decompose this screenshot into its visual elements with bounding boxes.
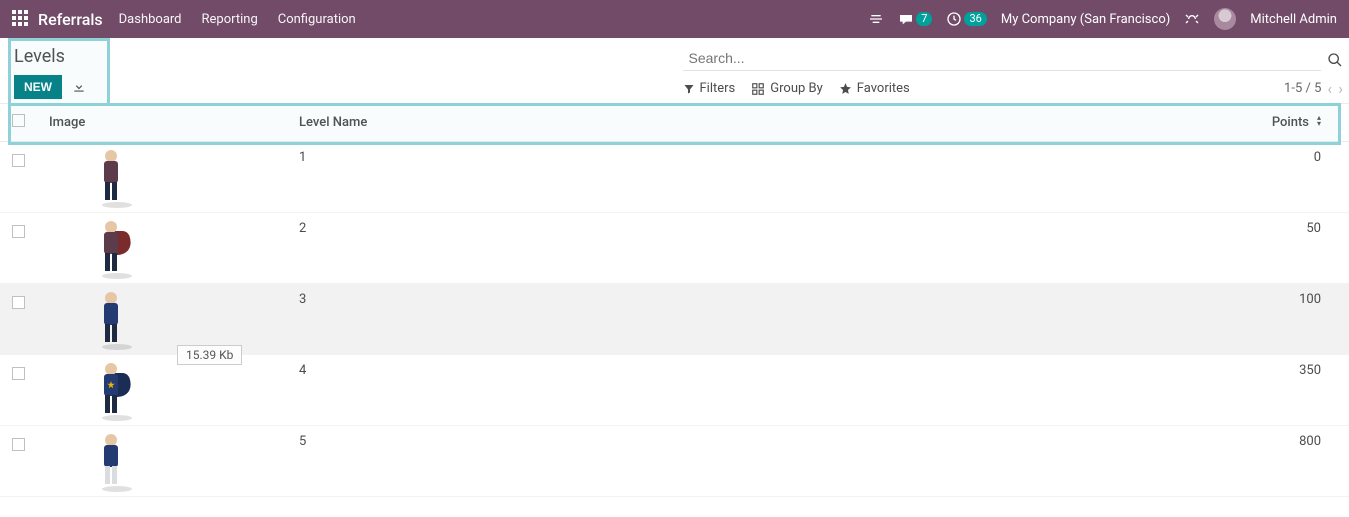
col-image[interactable]: Image [37,104,287,142]
nav-configuration[interactable]: Configuration [278,12,356,27]
top-navbar: Referrals Dashboard Reporting Configurat… [0,0,1349,38]
cell-points: 350 [1229,355,1349,426]
filters-button[interactable]: Filters [683,81,736,96]
cell-points: 0 [1229,142,1349,213]
row-checkbox[interactable] [12,367,25,380]
image-size-tooltip: 15.39 Kb [177,345,242,365]
nav-right: 7 36 My Company (San Francisco) Mitchell… [868,8,1337,30]
activities-badge: 36 [964,12,986,26]
nav-reporting[interactable]: Reporting [202,12,258,27]
table-row[interactable]: 5 800 [0,426,1349,497]
pager-prev-icon[interactable]: ‹ [1327,79,1332,98]
download-icon[interactable] [72,79,86,95]
search-icon[interactable] [1327,49,1343,68]
level-image [87,361,135,419]
table-row[interactable]: 2 50 [0,213,1349,284]
row-checkbox[interactable] [12,296,25,309]
favorites-label: Favorites [857,81,910,96]
pager-next-icon[interactable]: › [1338,79,1343,98]
groupby-label: Group By [770,81,823,96]
favorites-button[interactable]: Favorites [839,81,910,96]
table-row[interactable]: 1 0 [0,142,1349,213]
row-checkbox[interactable] [12,225,25,238]
cell-points: 800 [1229,426,1349,497]
select-all-checkbox[interactable] [12,114,25,127]
cell-level-name: 4 [287,355,1229,426]
messages-icon[interactable]: 7 [898,11,932,27]
level-image [87,290,135,348]
list-view: Image Level Name Points 1 0 2 50 3 [0,103,1349,497]
cell-level-name: 1 [287,142,1229,213]
pager-text[interactable]: 1-5 / 5 [1284,81,1321,96]
avatar[interactable] [1214,8,1236,30]
nav-dashboard[interactable]: Dashboard [119,12,182,27]
page-title: Levels [14,46,675,67]
pager: 1-5 / 5 ‹ › [1284,79,1343,98]
groupby-button[interactable]: Group By [751,81,823,96]
col-level-name[interactable]: Level Name [287,104,1229,142]
filters-label: Filters [700,81,736,96]
user-menu[interactable]: Mitchell Admin [1250,12,1337,27]
cell-level-name: 5 [287,426,1229,497]
cell-level-name: 2 [287,213,1229,284]
apps-icon[interactable] [12,10,30,28]
activities-icon[interactable]: 36 [946,11,986,27]
nav-left: Referrals Dashboard Reporting Configurat… [12,10,356,29]
debug-icon[interactable] [1184,11,1200,27]
row-checkbox[interactable] [12,154,25,167]
row-checkbox[interactable] [12,438,25,451]
brand-text: Referrals [38,10,103,29]
table-row[interactable]: 15.39 Kb 4 350 [0,355,1349,426]
tray-icon[interactable] [868,11,884,27]
new-button[interactable]: NEW [14,75,62,99]
control-panel: Levels NEW Filters [0,38,1349,103]
level-image [87,432,135,490]
col-points[interactable]: Points [1229,104,1349,142]
nav-menu: Dashboard Reporting Configuration [119,12,356,27]
brand[interactable]: Referrals [12,10,103,29]
search-input[interactable] [683,46,1322,71]
cell-points: 100 [1229,284,1349,355]
sort-indicator-icon [1313,115,1321,127]
level-image [87,148,135,206]
cell-points: 50 [1229,213,1349,284]
cell-level-name: 3 [287,284,1229,355]
messages-badge: 7 [916,12,932,26]
table-row[interactable]: 3 100 [0,284,1349,355]
company-switcher[interactable]: My Company (San Francisco) [1001,12,1170,27]
level-image [87,219,135,277]
